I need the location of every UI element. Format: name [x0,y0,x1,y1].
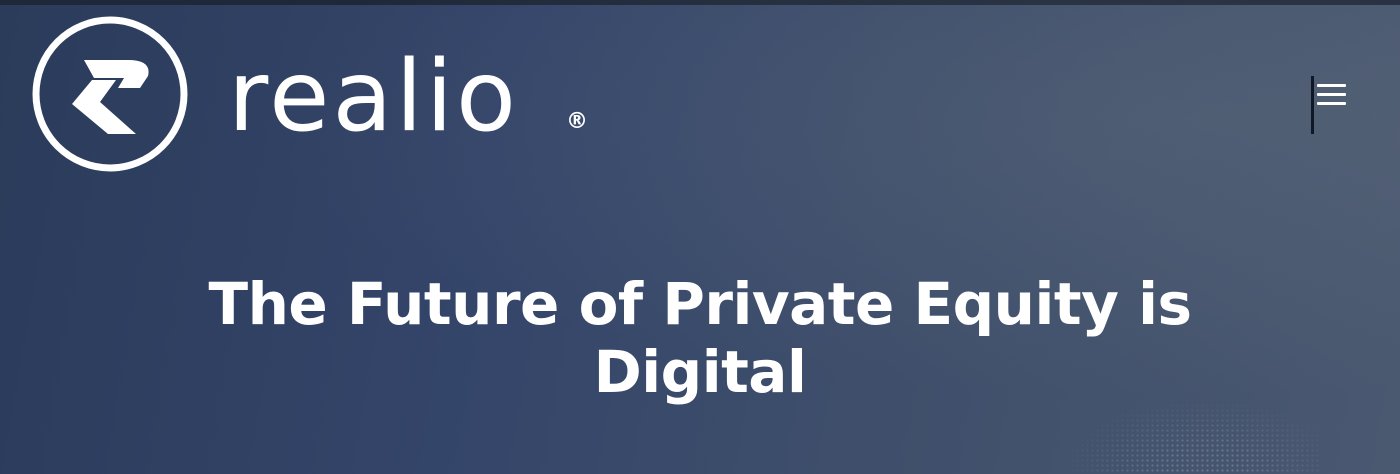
registered-mark: ® [566,109,588,134]
menu-line-middle [1317,93,1346,96]
realio-logo-graphic: realio ® [32,16,588,172]
logo-circle-icon [32,16,188,172]
hero-title: The Future of Private Equity is Digital [208,270,1192,406]
logo-r-mark-icon [72,60,149,134]
realio-logo[interactable]: realio ® [32,16,602,172]
menu-line-bottom [1317,102,1346,105]
menu-line-top [1317,84,1346,87]
brand-wordmark: realio [228,40,519,154]
top-edge-strip [0,0,1400,5]
menu-accent-bar [1311,76,1314,134]
dot-pattern-decoration [1060,398,1320,474]
menu-button[interactable] [1308,74,1350,136]
